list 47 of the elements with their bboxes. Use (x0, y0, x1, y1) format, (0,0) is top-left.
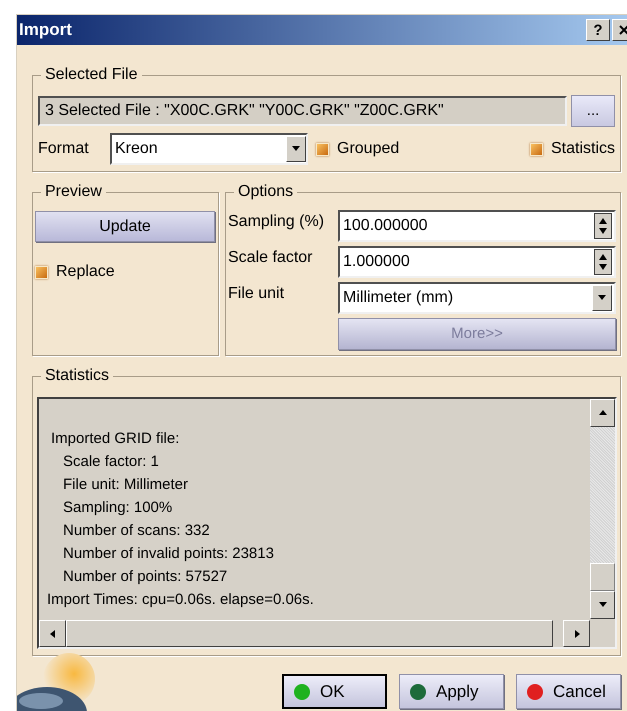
spin-buttons[interactable] (594, 213, 612, 239)
dialog-button[interactable]: Apply (399, 674, 504, 709)
scroll-down-button[interactable] (590, 591, 615, 619)
statistics-line: File unit: Millimeter (62, 475, 188, 495)
checkbox[interactable] (316, 142, 329, 156)
help-button[interactable]: ? (586, 19, 610, 41)
scroll-left-button[interactable] (39, 620, 66, 647)
field-value: 1.000000 (343, 252, 410, 272)
field-label: Scale factor (228, 248, 314, 268)
field-value: 100.000000 (343, 216, 428, 236)
dropdown-value: Millimeter (mm) (343, 288, 454, 308)
scroll-thumb[interactable] (590, 563, 615, 591)
dropdown-button[interactable] (286, 136, 306, 162)
vertical-scrollbar[interactable] (590, 399, 615, 619)
checkbox-label: Replace (56, 262, 115, 282)
statistics-text-area[interactable]: Imported GRID file: Scale factor: 1 File unit: Millimeter Sampling: 100% Number of scans: 332 Number of invalid points: 23813 Number of points: 57527 Import Times: cpu=0.06s. elapse=0.06s. (37, 397, 617, 649)
dropdown[interactable]: Millimeter (mm) (338, 282, 616, 314)
checkbox-label: Grouped (337, 139, 400, 159)
scroll-right-button[interactable] (563, 620, 590, 647)
dropdown-button[interactable] (592, 285, 612, 311)
dropdown-value: Kreon (115, 139, 158, 159)
statistics-line: Number of scans: 332 (62, 521, 210, 541)
checkbox-label: Statistics (550, 139, 615, 159)
file-path-field[interactable]: 3 Selected File : "X00C.GRK" "Y00C.GRK" "Z00C.GRK" (38, 96, 568, 126)
statistics-line: Number of points: 57527 (62, 567, 228, 587)
window-title: Import (19, 19, 72, 42)
update-button[interactable]: Update (35, 211, 215, 242)
spin-field[interactable]: 1.000000 (338, 246, 616, 278)
dialog-button[interactable]: OK (282, 674, 387, 709)
spin-field[interactable]: 100.000000 (338, 210, 616, 242)
spin-buttons[interactable] (594, 249, 612, 275)
checkbox[interactable] (35, 266, 48, 278)
statistics-line: Scale factor: 1 (62, 452, 159, 472)
field-label: Sampling (%) (228, 212, 326, 232)
close-icon (618, 24, 627, 36)
statistics-line: Import Times: cpu=0.06s. elapse=0.06s. (47, 590, 314, 610)
statistics-line: Imported GRID file: (50, 429, 180, 449)
checkbox[interactable] (530, 142, 543, 156)
statistics-line: Sampling: 100% (62, 498, 172, 518)
statistics-line: Number of invalid points: 23813 (62, 544, 274, 564)
field-label: File unit (228, 284, 286, 304)
field-label: Format (38, 139, 90, 159)
scroll-up-button[interactable] (590, 399, 615, 427)
group-legend: Options (234, 182, 298, 202)
format-dropdown[interactable]: Kreon (110, 133, 308, 165)
browse-button[interactable]: ... (571, 95, 615, 127)
dialog-button[interactable]: Cancel (516, 674, 621, 709)
